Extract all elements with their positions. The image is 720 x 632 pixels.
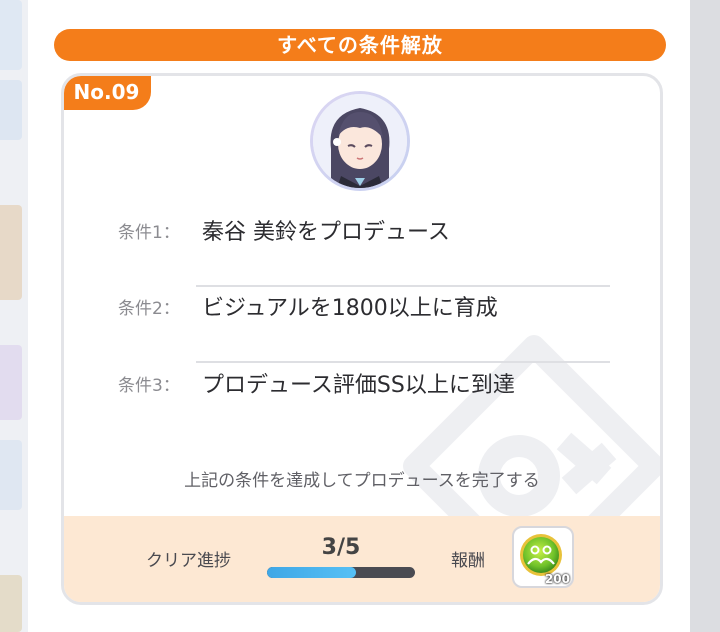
mission-card: No.09 条件1： 秦谷 美鈴をプロデュース 条件2： ビジュアルを1800以… — [61, 73, 663, 605]
panel-title: すべての条件解放 — [54, 29, 666, 61]
mission-number-badge: No.09 — [64, 76, 151, 110]
progress-bar — [267, 567, 415, 578]
divider — [196, 361, 610, 363]
background-list-left — [0, 0, 28, 632]
progress-count: 3/5 — [321, 535, 361, 560]
idol-avatar — [310, 91, 410, 191]
condition-label: 条件1： — [118, 223, 180, 243]
reward-count: 200 — [544, 572, 570, 586]
completion-note: 上記の条件を達成してプロデュースを完了する — [184, 471, 540, 491]
condition-row: 条件3： プロデュース評価SS以上に到達 — [64, 367, 660, 407]
mission-panel: すべての条件解放 No.09 条件1： 秦谷 美鈴をプロデュース 条件2： ビジ… — [28, 0, 690, 632]
condition-text: プロデュース評価SS以上に到達 — [202, 373, 515, 398]
condition-label: 条件3： — [118, 376, 180, 396]
condition-row: 条件1： 秦谷 美鈴をプロデュース — [64, 214, 660, 254]
progress-fill — [267, 567, 356, 578]
condition-row: 条件2： ビジュアルを1800以上に育成 — [64, 290, 660, 330]
condition-text: ビジュアルを1800以上に育成 — [202, 296, 498, 321]
idol-portrait-icon — [313, 94, 407, 188]
condition-label: 条件2： — [118, 299, 180, 319]
progress-section: クリア進捗 3/5 報酬 200 — [64, 516, 660, 602]
condition-text: 秦谷 美鈴をプロデュース — [202, 220, 450, 245]
progress-label: クリア進捗 — [146, 551, 231, 571]
background-right — [690, 0, 720, 632]
reward-label: 報酬 — [451, 551, 485, 571]
reward-item[interactable]: 200 — [512, 526, 574, 588]
divider — [196, 285, 610, 287]
